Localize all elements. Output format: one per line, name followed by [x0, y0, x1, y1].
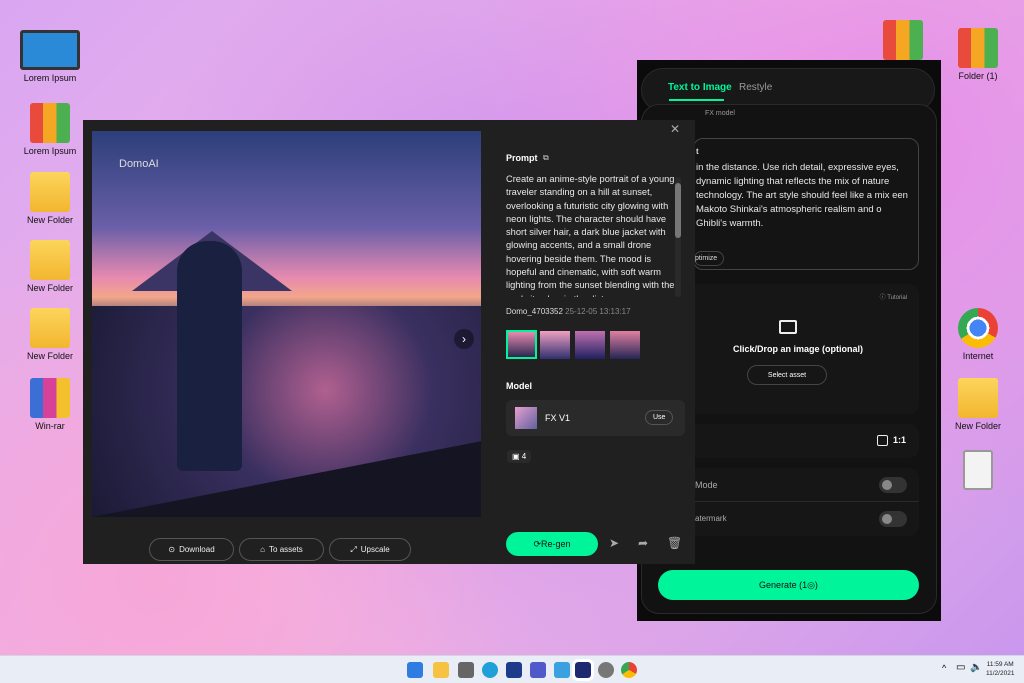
chrome-icon — [958, 308, 998, 348]
hill — [92, 441, 481, 517]
icon-label: New Folder — [26, 351, 73, 361]
tab-text-to-image[interactable]: Text to Image — [668, 82, 732, 93]
file-explorer-icon[interactable] — [433, 662, 449, 678]
edge-icon[interactable] — [482, 662, 498, 678]
image-upload-area[interactable]: ⓘ Tutorial Click/Drop an image (optional… — [677, 284, 919, 414]
ratio-value: 1:1 — [893, 435, 907, 445]
icon-label: Lorem Ipsum — [23, 73, 77, 83]
prompt-title: Prompt — [506, 153, 538, 163]
icon-label: Folder (1) — [958, 71, 998, 81]
desktop-icon-internet[interactable]: Internet — [943, 308, 1013, 361]
desktop-icon-computer[interactable]: Lorem Ipsum — [15, 30, 85, 83]
clock[interactable]: 11:59 AM 11/2/2021 — [986, 660, 1014, 678]
share-icon[interactable]: ➦ — [638, 536, 648, 550]
image-count-badge: ▣ 4 — [507, 450, 532, 463]
desktop-icon-folder[interactable]: New Folder — [15, 240, 85, 293]
settings-icon[interactable] — [598, 662, 614, 678]
desktop-icon-binder[interactable]: Lorem Ipsum — [15, 103, 85, 156]
next-image-button[interactable]: › — [454, 329, 474, 349]
desktop-icon-folder-1[interactable]: Folder (1) — [943, 28, 1013, 81]
tray-chevron-icon[interactable]: ^ — [942, 663, 946, 673]
upscale-button[interactable]: ⤢ Upscale — [329, 538, 411, 561]
camera-icon[interactable] — [458, 662, 474, 678]
desktop-icon-recycle-bin[interactable] — [943, 450, 1013, 493]
prompt-text: Create an anime-style portrait of a youn… — [506, 174, 675, 297]
desktop-icon-binder[interactable] — [868, 20, 938, 63]
image-meta: Domo_4703352 25-12-05 13:13:17 — [506, 307, 631, 316]
options-card: Mode atermark — [677, 468, 919, 536]
thumbnail[interactable] — [610, 331, 640, 359]
store-icon[interactable] — [506, 662, 522, 678]
send-icon[interactable]: ➤ — [609, 536, 619, 550]
generated-image[interactable]: DomoAI › — [92, 131, 481, 517]
icon-label: New Folder — [26, 283, 73, 293]
tutorial-link[interactable]: ⓘ Tutorial — [880, 292, 907, 301]
thumbnail[interactable] — [575, 331, 605, 359]
prompt-input[interactable]: in the distance. Use rich detail, expres… — [696, 161, 911, 231]
winrar-icon — [30, 378, 70, 418]
prompt-box[interactable]: t in the distance. Use rich detail, expr… — [693, 138, 919, 270]
close-icon[interactable]: ✕ — [670, 122, 680, 136]
trash-icon[interactable]: 🗑 — [667, 536, 682, 550]
image-detail-modal: DomoAI › ⊙ Download ⌂ To assets ⤢ Upscal… — [83, 120, 695, 564]
chrome-icon[interactable] — [621, 662, 637, 678]
timestamp: 25-12-05 13:13:17 — [565, 307, 631, 316]
use-model-button[interactable]: Use — [645, 410, 674, 425]
image-id: Domo_4703352 — [506, 307, 563, 316]
thumbnail[interactable] — [540, 331, 570, 359]
network-icon[interactable]: ▭ — [956, 662, 965, 673]
watermark-label: atermark — [695, 514, 727, 523]
model-card: FX V1 Use — [506, 400, 685, 436]
mode-toggle[interactable] — [879, 477, 907, 493]
app-icon[interactable] — [554, 662, 570, 678]
icon-label: Lorem Ipsum — [23, 146, 77, 156]
folder-icon — [958, 378, 998, 418]
icon-label: Win-rar — [35, 421, 65, 431]
trash-icon — [963, 450, 993, 490]
computer-icon — [20, 30, 80, 70]
desktop-icon-folder[interactable]: New Folder — [943, 378, 1013, 431]
square-ratio-icon — [877, 435, 888, 446]
volume-icon[interactable]: 🔈 — [970, 662, 982, 673]
watermark-toggle[interactable] — [879, 511, 907, 527]
teams-icon[interactable] — [530, 662, 546, 678]
prompt-label: t — [696, 147, 699, 156]
desktop-icon-folder[interactable]: New Folder — [15, 308, 85, 361]
binder-icon — [30, 103, 70, 143]
folder-icon — [30, 308, 70, 348]
desktop-icon-folder[interactable]: New Folder — [15, 172, 85, 225]
model-title: Model — [506, 381, 532, 391]
thumbnail[interactable] — [506, 330, 537, 359]
icon-label: New Folder — [26, 215, 73, 225]
model-thumbnail — [515, 407, 537, 429]
domoai-watermark: DomoAI — [119, 158, 159, 170]
active-app-icon[interactable] — [572, 659, 594, 681]
desktop-icon-winrar[interactable]: Win-rar — [15, 378, 85, 431]
icon-label: Internet — [962, 351, 994, 361]
taskbar: ^ ▭ 🔈 11:59 AM 11/2/2021 — [0, 655, 1024, 683]
regen-button[interactable]: ⟳ Re-gen — [506, 532, 598, 556]
folder-icon — [30, 172, 70, 212]
folder-icon — [30, 240, 70, 280]
active-tab-indicator — [669, 99, 724, 101]
prompt-scrollbar[interactable] — [675, 177, 681, 297]
drop-text: Click/Drop an image (optional) — [732, 344, 863, 354]
character — [177, 241, 242, 471]
model-tag: FX model — [705, 110, 735, 117]
optimize-button[interactable]: ptimize — [694, 251, 725, 266]
icon-label: New Folder — [954, 421, 1001, 431]
mode-label: Mode — [695, 480, 718, 490]
copy-icon[interactable]: ⧉ — [543, 153, 549, 163]
binder-icon — [883, 20, 923, 60]
tab-restyle[interactable]: Restyle — [739, 82, 772, 93]
model-name: FX V1 — [545, 413, 571, 423]
select-asset-button[interactable]: Select asset — [747, 365, 827, 385]
to-assets-button[interactable]: ⌂ To assets — [239, 538, 324, 561]
image-add-icon — [779, 320, 797, 334]
generate-button[interactable]: Generate (1◎) — [658, 570, 919, 600]
download-button[interactable]: ⊙ Download — [149, 538, 234, 561]
binder-icon — [958, 28, 998, 68]
aspect-ratio-row[interactable]: 1:1 — [677, 424, 919, 458]
start-icon[interactable] — [407, 662, 423, 678]
